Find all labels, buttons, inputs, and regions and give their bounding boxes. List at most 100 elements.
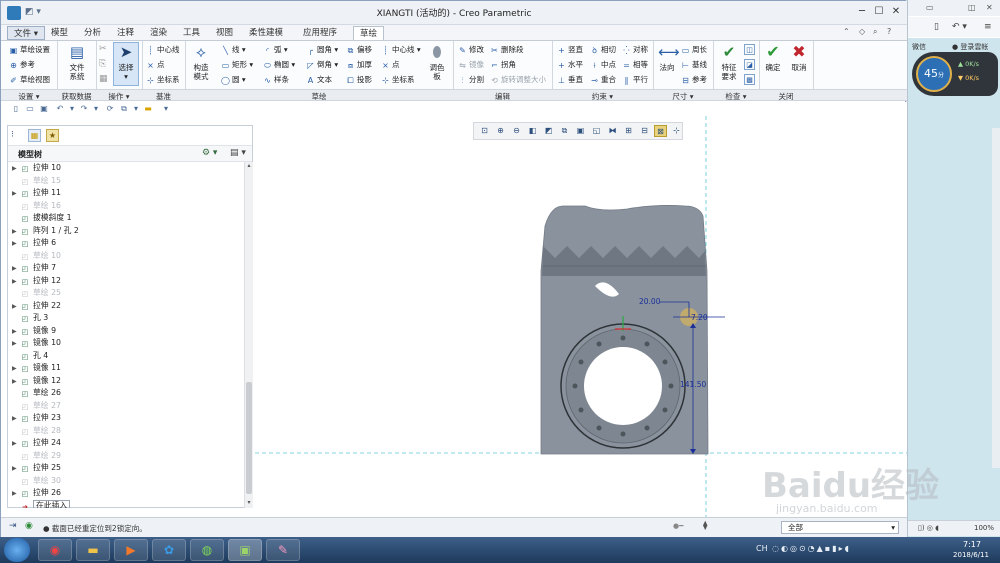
browser-scrollbar[interactable] <box>992 128 1000 468</box>
spline-button[interactable]: ∿ 样条 <box>263 74 289 85</box>
symmetric-constraint-button[interactable]: ⁛ 对称 <box>622 44 648 55</box>
tree-item[interactable]: ▶ ◰ 镜像 12 <box>12 375 61 388</box>
group-label-dimension[interactable]: 尺寸 ▾ <box>653 91 713 102</box>
tab-view[interactable]: 视图 <box>210 26 239 40</box>
construction-mode-button[interactable]: ⟡ 构造 模式 <box>189 43 213 81</box>
save-icon[interactable]: ▣ <box>39 104 49 114</box>
redo-dropdown-icon[interactable]: ▾ <box>91 104 101 114</box>
folder-icon[interactable]: ▬ <box>143 104 153 114</box>
mirror-button[interactable]: ⇋ 镜像 <box>458 59 484 70</box>
tab-applications[interactable]: 应用程序 <box>297 26 343 40</box>
tree-item[interactable]: ◰ 拔模斜度 1 <box>12 212 72 225</box>
feature-requirements-button[interactable]: ✔ 特征 要求 <box>717 43 741 81</box>
clock-date[interactable]: 2018/6/11 <box>944 551 998 559</box>
tab-flexible-modeling[interactable]: 柔性建模 <box>243 26 289 40</box>
taskbar-explorer-icon[interactable]: ▬ <box>76 539 110 561</box>
tree-item[interactable]: ▶ ◰ 拉伸 11 <box>12 187 61 200</box>
tree-item[interactable]: ➜ 在此插入 <box>12 499 71 508</box>
fillet-button[interactable]: ╭ 圆角 ▾ <box>306 44 338 55</box>
tree-settings-icon[interactable]: ⚙ ▾ <box>202 148 217 158</box>
model-tree-tab-icon[interactable]: ⁝ <box>11 130 23 142</box>
cut-icon[interactable]: ✂ <box>99 44 107 54</box>
tree-item[interactable]: ▶ ◰ 拉伸 10 <box>12 162 61 175</box>
tab-file[interactable]: 文件 ▾ <box>7 26 45 40</box>
start-button[interactable] <box>4 538 30 562</box>
group-label-operations[interactable]: 操作 ▾ <box>96 91 142 102</box>
tree-item[interactable]: ▶ ◰ 拉伸 26 <box>12 487 61 500</box>
favorites-tab-icon[interactable]: ★ <box>46 129 59 142</box>
perpendicular-constraint-button[interactable]: ⊥ 垂直 <box>557 74 583 85</box>
graphics-area[interactable]: 20.00 7.20 141.50 <box>255 116 907 517</box>
dimension-radius-value[interactable]: 7.20 <box>691 313 708 322</box>
project-button[interactable]: ⧠ 投影 <box>346 74 372 85</box>
browser-window-icon[interactable]: ◫ <box>968 3 976 12</box>
smart-select-icon[interactable]: ⧫ <box>703 521 707 531</box>
refit-icon[interactable]: ⊡ <box>478 125 491 137</box>
divide-button[interactable]: ⫶ 分割 <box>458 74 485 85</box>
customize-qat-icon[interactable]: ▾ <box>161 104 171 114</box>
tree-item[interactable]: ▶ ◰ 阵列 1 / 孔 2 <box>12 225 79 238</box>
folder-browser-tab-icon[interactable]: ▦ <box>28 129 41 142</box>
tree-item[interactable]: ▶ ◰ 镜像 9 <box>12 325 56 338</box>
tab-model[interactable]: 模型 <box>45 26 74 40</box>
sketch-view-icon[interactable]: ⊟ <box>638 125 651 137</box>
taskbar-cloud-icon[interactable]: ✿ <box>152 539 186 561</box>
display-style-icon[interactable]: ◩ <box>542 125 555 137</box>
more-icon[interactable]: ≡ <box>984 22 992 32</box>
scroll-up-icon[interactable]: ▴ <box>245 162 253 170</box>
tab-render[interactable]: 渲染 <box>144 26 173 40</box>
overlap-geometry-icon[interactable]: ◫ <box>744 44 755 55</box>
tree-item[interactable]: ▶ ◰ 拉伸 24 <box>12 437 61 450</box>
delete-segment-button[interactable]: ✂ 删除段 <box>490 44 523 55</box>
new-file-icon[interactable]: ▯ <box>11 104 21 114</box>
browser-zoom-level[interactable]: 100% <box>974 524 994 532</box>
datum-centerline-button[interactable]: ┊ 中心线 <box>146 44 179 55</box>
tree-item[interactable]: ◰ 草绘 26 <box>12 387 61 400</box>
cancel-button[interactable]: ✖ 取消 <box>789 43 809 73</box>
copy-icon[interactable]: ⎘ <box>99 59 106 69</box>
selection-filter-dropdown[interactable]: 全部 ▾ <box>781 521 899 534</box>
taskbar-creo-icon[interactable]: ▣ <box>228 539 262 561</box>
arc-button[interactable]: ◜ 弧 ▾ <box>263 44 288 55</box>
tree-item[interactable]: ◰ 草绘 28 <box>12 425 61 438</box>
datum-csys-button[interactable]: ⊹ 坐标系 <box>146 74 179 85</box>
undo-icon[interactable]: ↶ <box>55 104 65 114</box>
dimension-vertical-value[interactable]: 141.50 <box>680 380 706 389</box>
browser-close-icon[interactable]: ✕ <box>986 3 993 12</box>
open-file-icon[interactable]: ▭ <box>25 104 35 114</box>
close-window-button[interactable]: ✕ <box>888 5 904 19</box>
repaint-icon[interactable]: ◧ <box>526 125 539 137</box>
tab-sketch[interactable]: 草绘 <box>353 26 385 40</box>
circle-button[interactable]: ◯ 圆 ▾ <box>221 74 246 85</box>
minimize-button[interactable]: ─ <box>854 5 870 19</box>
parallel-constraint-button[interactable]: ∥ 平行 <box>622 74 649 85</box>
palette-button[interactable]: ⬮ 调色 板 <box>425 43 449 81</box>
sketch-view-button[interactable]: ✐ 草绘视图 <box>9 74 50 85</box>
tree-item[interactable]: ▶ ◰ 拉伸 23 <box>12 412 61 425</box>
tab-analysis[interactable]: 分析 <box>78 26 107 40</box>
taskbar-green-app-icon[interactable]: ◍ <box>190 539 224 561</box>
ribbon-minimize-icon[interactable]: ⌃ <box>843 27 850 36</box>
tree-item[interactable]: ▶ ◰ 拉伸 25 <box>12 462 61 475</box>
midpoint-constraint-button[interactable]: ⟊ 中点 <box>590 59 616 70</box>
group-label-setup[interactable]: 设置 ▾ <box>1 91 57 102</box>
annotation-display-icon[interactable]: ⊞ <box>622 125 635 137</box>
perimeter-button[interactable]: ▭ 周长 <box>681 44 707 55</box>
select-button[interactable]: ➤ 选择 ▾ <box>113 42 139 86</box>
paste-icon[interactable]: ▦ <box>99 74 108 84</box>
line-button[interactable]: ╲ 线 ▾ <box>221 44 246 55</box>
chamfer-button[interactable]: ◸ 倒角 ▾ <box>306 59 338 70</box>
regenerate-icon[interactable]: ⟳ <box>105 104 115 114</box>
tree-item[interactable]: ◰ 草绘 29 <box>12 450 61 463</box>
view-manager-icon[interactable]: ▣ <box>574 125 587 137</box>
browser-menu-icon[interactable]: ▭ <box>926 3 934 12</box>
datum-point-button[interactable]: × 点 <box>146 59 164 70</box>
sketch-setup-button[interactable]: ▣ 草绘设置 <box>9 44 50 55</box>
taskbar-paint-icon[interactable]: ✎ <box>266 539 300 561</box>
tree-item[interactable]: ▶ ◰ 镜像 11 <box>12 362 61 375</box>
tree-item[interactable]: ◰ 草绘 27 <box>12 400 61 413</box>
group-label-constrain[interactable]: 约束 ▾ <box>552 91 653 102</box>
modify-button[interactable]: ✎ 修改 <box>458 44 484 55</box>
references-button[interactable]: ⊕ 参考 <box>9 59 35 70</box>
taskbar-media-icon[interactable]: ▶ <box>114 539 148 561</box>
